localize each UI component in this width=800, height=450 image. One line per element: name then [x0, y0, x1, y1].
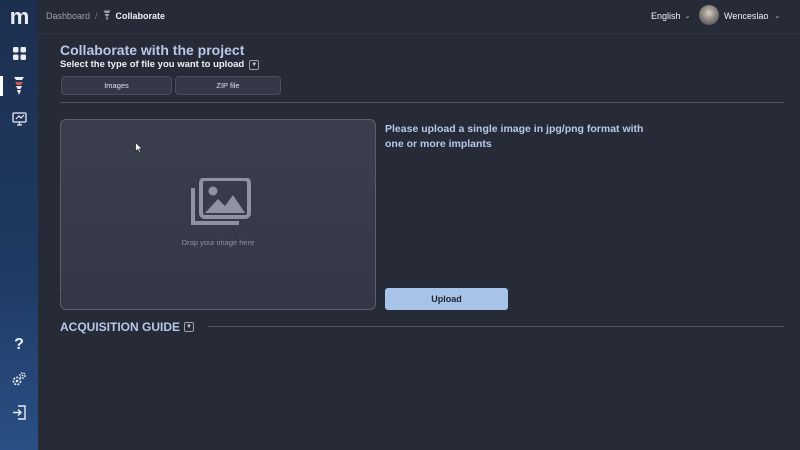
avatar[interactable]	[699, 5, 719, 25]
images-icon	[191, 178, 251, 225]
username-label: Wenceslao	[724, 11, 769, 21]
subtitle-label: Select the type of file you want to uplo…	[60, 59, 245, 70]
chevron-down-icon: ⌄	[684, 13, 691, 20]
main-content: Collaborate with the project Select the …	[38, 34, 800, 450]
breadcrumb-current: Collaborate	[115, 10, 166, 21]
file-type-selector[interactable]: Select the type of file you want to uplo…	[60, 59, 260, 70]
sidebar-item-logout[interactable]	[0, 399, 38, 425]
implant-icon	[103, 10, 111, 21]
language-label: English	[651, 11, 681, 21]
board-icon	[11, 112, 27, 126]
chevron-down-icon[interactable]: ▼	[184, 322, 195, 332]
logout-icon	[12, 404, 26, 420]
chevron-down-icon[interactable]: ▼	[249, 59, 260, 70]
logo-text: m	[9, 4, 30, 29]
grid-icon	[12, 46, 26, 60]
breadcrumb: Dashboard / Collaborate	[46, 10, 165, 21]
app-logo[interactable]: m	[0, 4, 38, 30]
question-icon: ?	[14, 336, 24, 353]
sidebar-item-presentation[interactable]	[0, 106, 38, 132]
sidebar: m ?	[0, 0, 38, 450]
gears-icon	[12, 372, 26, 386]
sidebar-item-dashboard[interactable]	[0, 40, 38, 66]
breadcrumb-dashboard-link[interactable]: Dashboard	[46, 11, 90, 21]
acquisition-guide-title: ACQUISITION GUIDE	[60, 320, 181, 334]
top-bar: Dashboard / Collaborate English ⌄ Wences…	[38, 0, 800, 34]
language-selector[interactable]: English ⌄	[651, 11, 690, 21]
breadcrumb-separator: /	[95, 10, 98, 21]
mouse-cursor-icon	[135, 142, 143, 154]
sidebar-item-collaborate[interactable]	[0, 73, 38, 99]
sidebar-item-settings[interactable]	[0, 366, 38, 392]
sidebar-item-help[interactable]: ?	[0, 332, 38, 358]
divider	[208, 326, 784, 327]
page-title: Collaborate with the project	[60, 42, 245, 58]
user-menu[interactable]: Wenceslao ⌄	[724, 11, 780, 21]
divider	[60, 102, 784, 103]
dropzone-hint: Drop your image here	[181, 238, 255, 247]
chevron-down-icon: ⌄	[774, 13, 781, 20]
upload-instructions: Please upload a single image in jpg/png …	[385, 123, 644, 150]
tab-zip-file[interactable]: ZIP file	[175, 76, 281, 95]
image-dropzone[interactable]: Drop your image here	[60, 119, 376, 310]
acquisition-guide-toggle[interactable]: ACQUISITION GUIDE ▼	[60, 320, 195, 334]
upload-button[interactable]: Upload	[385, 288, 508, 310]
implant-icon	[14, 77, 24, 95]
tab-images[interactable]: Images	[61, 76, 172, 95]
